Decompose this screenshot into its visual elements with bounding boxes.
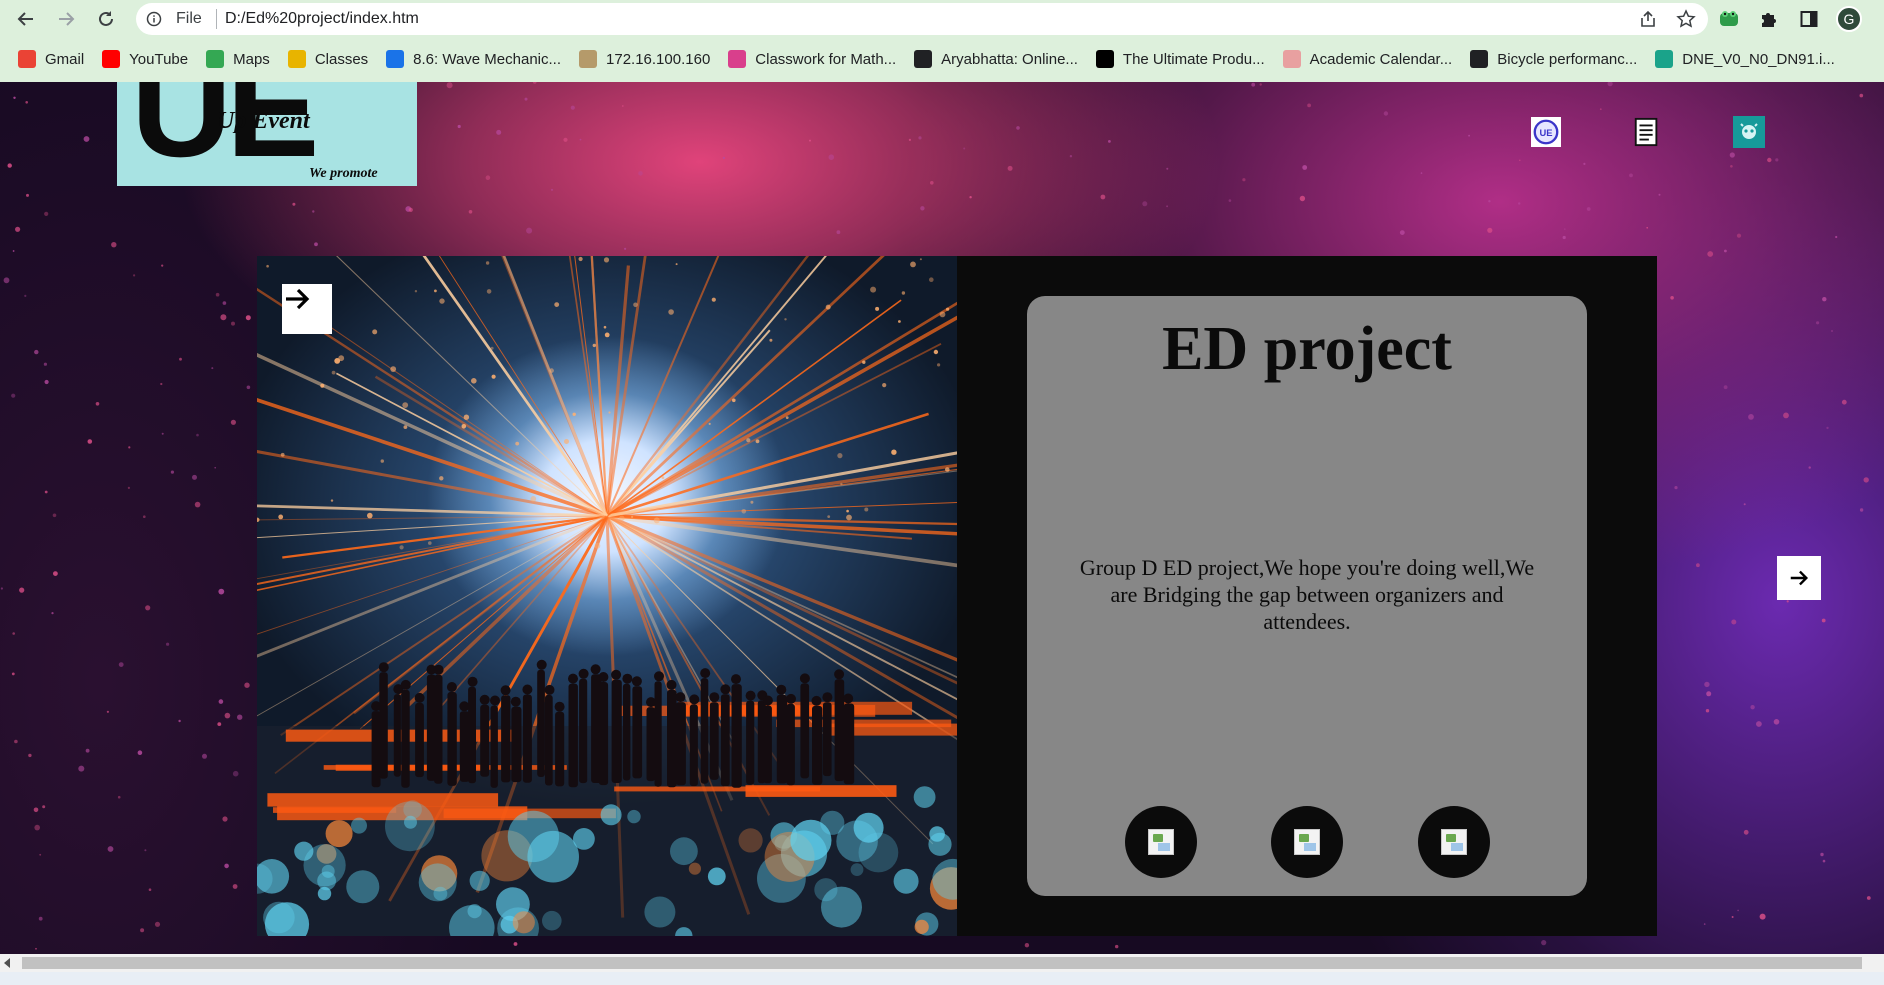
globe-icon xyxy=(579,50,598,68)
social-links xyxy=(1027,806,1587,878)
bookmark-label: Maps xyxy=(233,50,270,68)
broken-image-icon xyxy=(1148,829,1174,855)
page-background: UE Up Event We promote UE ED project Gro… xyxy=(0,82,1884,954)
file-scheme-label: File xyxy=(176,10,202,27)
bookmark-item[interactable]: Classwork for Math... xyxy=(728,50,896,68)
info-panel: ED project Group D ED project,We hope yo… xyxy=(1027,296,1587,896)
bookmark-label: The Ultimate Produ... xyxy=(1122,50,1265,68)
bookmark-item[interactable]: Aryabhatta: Online... xyxy=(914,50,1078,68)
browser-chrome: File D:/Ed%20project/index.htm G Gmail Yo… xyxy=(0,0,1884,82)
info-icon[interactable] xyxy=(146,11,162,27)
back-arrow-icon xyxy=(17,12,33,26)
wikipedia-icon xyxy=(1470,50,1489,68)
bookmark-item[interactable]: Classes xyxy=(287,50,369,68)
calendar-icon xyxy=(1282,50,1301,68)
bookmark-item[interactable]: Academic Calendar... xyxy=(1282,50,1453,68)
hero-card: ED project Group D ED project,We hope yo… xyxy=(257,256,1657,936)
bookmark-label: Gmail xyxy=(45,50,85,68)
social-link-3[interactable] xyxy=(1418,806,1490,878)
hero-next-arrow-button[interactable] xyxy=(282,284,332,334)
bookmark-item[interactable]: YouTube xyxy=(102,50,188,68)
maps-icon xyxy=(206,50,225,68)
classes-icon xyxy=(287,50,306,68)
ue-logo-icon[interactable]: UE xyxy=(1530,116,1562,148)
profile-avatar[interactable]: G xyxy=(1836,6,1862,32)
bookmark-label: Classwork for Math... xyxy=(755,50,897,68)
horizontal-scrollbar[interactable] xyxy=(0,954,1884,972)
flask-icon xyxy=(386,50,405,68)
bookmark-label: YouTube xyxy=(129,50,189,68)
bookmark-label: Aryabhatta: Online... xyxy=(941,50,1078,68)
gmail-icon xyxy=(18,50,36,68)
bookmark-item[interactable]: Maps xyxy=(206,50,270,68)
bookmark-label: DNE_V0_N0_DN91.i... xyxy=(1682,50,1835,68)
address-separator xyxy=(216,9,217,29)
arrow-right-icon xyxy=(286,288,310,310)
back-button[interactable] xyxy=(12,5,40,33)
side-panel-icon[interactable] xyxy=(1796,6,1822,32)
classwork-icon xyxy=(728,50,747,68)
broken-image-icon xyxy=(1294,829,1320,855)
aryabhatta-icon xyxy=(914,50,933,68)
profile-initial: G xyxy=(1836,6,1862,32)
social-link-1[interactable] xyxy=(1125,806,1197,878)
next-slide-button[interactable] xyxy=(1777,556,1821,600)
address-bar[interactable]: File D:/Ed%20project/index.htm xyxy=(136,3,1708,35)
arrow-right-icon xyxy=(1790,570,1809,586)
description-text: Group D ED project,We hope you're doing … xyxy=(1079,555,1535,634)
social-link-2[interactable] xyxy=(1271,806,1343,878)
logo-name: Up Event xyxy=(217,108,310,134)
document-icon[interactable] xyxy=(1631,116,1663,148)
bookmark-label: Classes xyxy=(314,50,369,68)
bookmark-label: 172.16.100.160 xyxy=(606,50,711,68)
share-icon[interactable] xyxy=(1638,9,1658,29)
reload-button[interactable] xyxy=(92,5,120,33)
dne-icon xyxy=(1655,50,1674,68)
page-title: ED project xyxy=(1162,315,1452,383)
bookmark-item[interactable]: Bicycle performanc... xyxy=(1470,50,1637,68)
bookmark-item[interactable]: 172.16.100.160 xyxy=(579,50,710,68)
bookmark-label: Bicycle performanc... xyxy=(1497,50,1638,68)
taskbar-edge xyxy=(0,972,1884,985)
bookmark-star-icon[interactable] xyxy=(1676,9,1696,29)
forward-arrow-icon xyxy=(59,12,75,26)
broken-image-icon xyxy=(1441,829,1467,855)
reload-icon xyxy=(99,11,113,26)
bookmark-item[interactable]: The Ultimate Produ... xyxy=(1095,50,1265,68)
hero-image xyxy=(257,256,957,936)
robot-icon[interactable] xyxy=(1733,116,1765,148)
svg-text:UE: UE xyxy=(1539,128,1552,138)
bookmarks-bar: Gmail YouTube Maps Classes 8.6: Wave Mechani… xyxy=(0,46,1884,72)
bookmark-item[interactable]: Gmail xyxy=(18,50,84,68)
scrollbar-thumb[interactable] xyxy=(22,957,1862,969)
extensions-puzzle-icon[interactable] xyxy=(1756,6,1782,32)
jc-icon xyxy=(1095,50,1114,68)
youtube-icon xyxy=(102,50,121,68)
bookmark-label: Academic Calendar... xyxy=(1309,50,1453,68)
up-event-logo[interactable]: UE Up Event We promote xyxy=(117,82,417,186)
frog-extension-icon[interactable] xyxy=(1716,6,1742,32)
forward-button[interactable] xyxy=(52,5,80,33)
url-text[interactable]: D:/Ed%20project/index.htm xyxy=(225,10,419,28)
logo-tagline: We promote xyxy=(309,166,378,181)
bookmark-label: 8.6: Wave Mechanic... xyxy=(413,50,562,68)
scroll-left-arrow-icon[interactable] xyxy=(4,958,10,968)
bookmark-item[interactable]: 8.6: Wave Mechanic... xyxy=(386,50,561,68)
browser-toolbar: File D:/Ed%20project/index.htm G xyxy=(0,0,1884,38)
bookmark-item[interactable]: DNE_V0_N0_DN91.i... xyxy=(1655,50,1835,68)
